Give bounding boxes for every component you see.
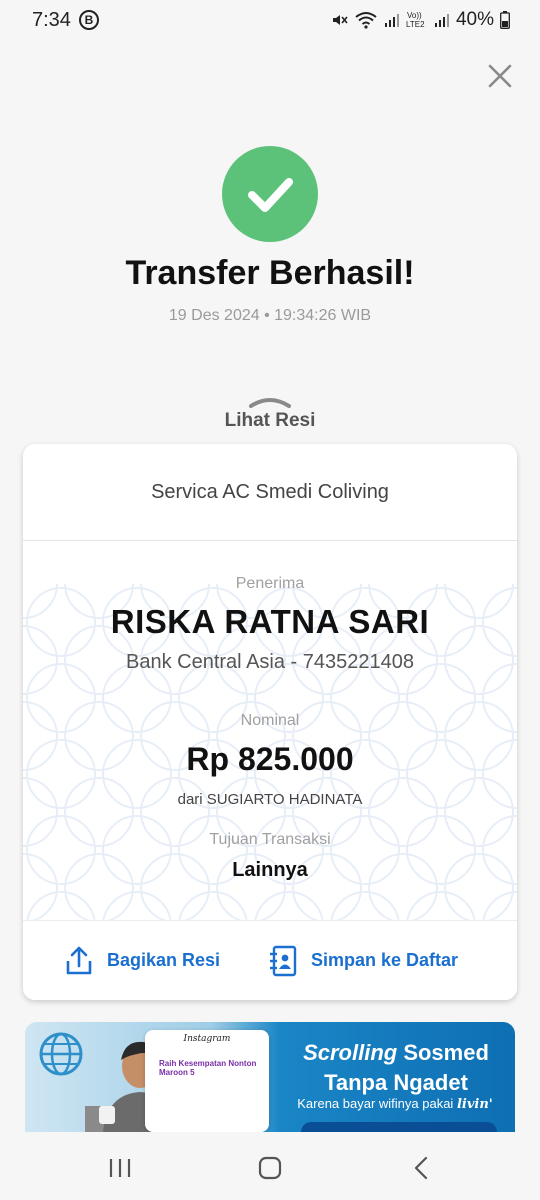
mute-icon — [332, 15, 348, 25]
battery-icon — [500, 11, 510, 29]
b-badge-icon: B — [78, 10, 99, 30]
banner-title: Scrolling Sosmed Tanpa Ngadet — [283, 1038, 509, 1098]
purpose-label: Tujuan Transaksi — [209, 831, 331, 848]
recipient-bank-account: Bank Central Asia - 7435221408 — [126, 651, 414, 673]
share-receipt-label: Bagikan Resi — [107, 950, 221, 970]
receipt-card: Servica AC Smedi Coliving Penerima RISKA… — [23, 444, 517, 1000]
share-icon — [66, 946, 92, 974]
transfer-description: Servica AC Smedi Coliving — [23, 444, 517, 541]
chevron-up-icon[interactable] — [248, 396, 292, 408]
status-right: Vo)) LTE2 40% — [330, 9, 510, 31]
contact-book-icon — [270, 945, 297, 976]
status-left: 7:34 B — [32, 9, 99, 32]
wifi-icon — [355, 12, 377, 29]
view-receipt-toggle[interactable]: Lihat Resi — [0, 410, 540, 432]
svg-text:Vo)): Vo)) — [407, 11, 422, 20]
banner-subtitle-text: Karena bayar wifinya pakai — [297, 1096, 454, 1111]
promo-text: Raih Kesempatan Nonton Maroon 5 — [159, 1059, 257, 1077]
banner-cta-button[interactable] — [301, 1122, 497, 1132]
livin-logo: livin' — [456, 1097, 493, 1112]
sender-name: dari SUGIARTO HADINATA — [177, 791, 363, 808]
battery-percent: 40% — [455, 9, 494, 30]
back-icon[interactable] — [408, 1156, 436, 1180]
globe-icon — [39, 1032, 83, 1076]
save-to-list-button[interactable]: Simpan ke Daftar — [269, 945, 458, 977]
system-nav-bar — [0, 1132, 540, 1200]
status-bar: 7:34 B Vo)) LTE2 40% — [0, 0, 540, 40]
instagram-label: Instagram — [183, 1034, 231, 1044]
recent-apps-icon[interactable] — [106, 1156, 134, 1180]
signal-icon-2 — [434, 14, 449, 27]
recipient-label: Penerima — [235, 575, 305, 592]
volte-icon: Vo)) LTE2 — [406, 11, 425, 29]
promo-phone-mockup: Instagram Raih Kesempatan Nonton Maroon … — [145, 1030, 269, 1132]
nominal-amount: Rp 825.000 — [186, 741, 354, 777]
purpose-value: Lainnya — [232, 859, 308, 881]
signal-icon — [384, 14, 399, 27]
nominal-label: Nominal — [240, 712, 300, 729]
success-badge — [222, 146, 318, 242]
check-icon — [248, 178, 293, 212]
banner-title-line2: Tanpa Ngadet — [324, 1070, 468, 1095]
banner-subtitle: Karena bayar wifinya pakai livin' — [277, 1096, 513, 1112]
page-title: Transfer Berhasil! — [125, 254, 415, 292]
transaction-datetime: 19 Des 2024 • 19:34:26 WIB — [168, 307, 372, 324]
share-receipt-button[interactable]: Bagikan Resi — [65, 946, 220, 976]
home-icon[interactable] — [256, 1156, 284, 1180]
status-time: 7:34 — [32, 8, 71, 31]
close-button[interactable] — [486, 62, 514, 90]
recipient-name: RISKA RATNA SARI — [110, 603, 430, 640]
receipt-actions: Bagikan Resi Simpan ke Daftar — [23, 920, 517, 1000]
promo-banner[interactable]: Instagram Raih Kesempatan Nonton Maroon … — [25, 1022, 515, 1132]
save-to-list-label: Simpan ke Daftar — [311, 950, 459, 970]
svg-text:LTE2: LTE2 — [406, 20, 425, 29]
banner-title-italic: Scrolling — [303, 1040, 398, 1065]
banner-title-rest: Sosmed — [397, 1040, 489, 1065]
close-icon — [488, 64, 512, 88]
